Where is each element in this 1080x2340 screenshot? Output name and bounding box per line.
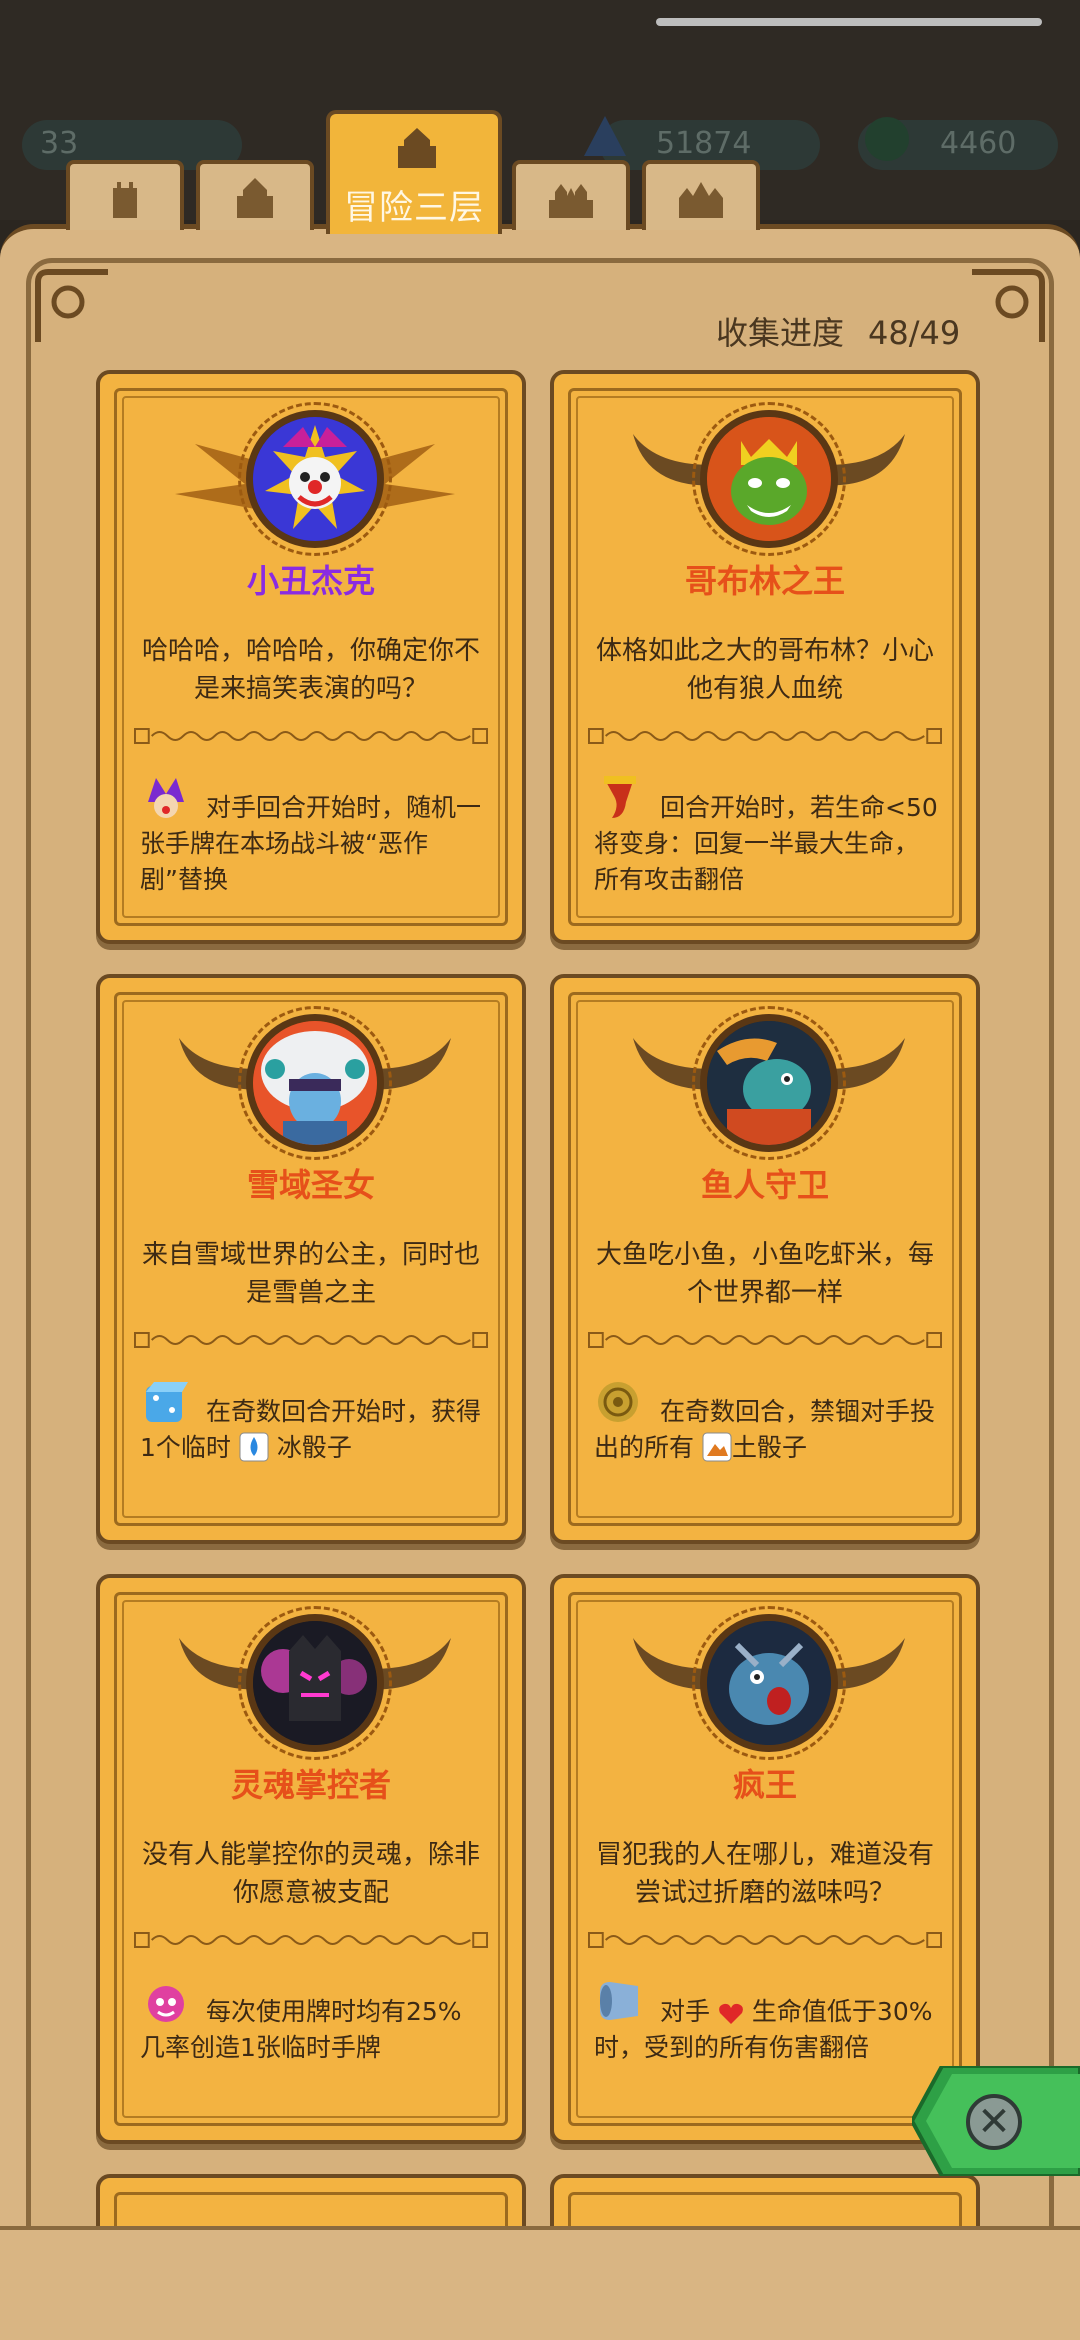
shield-coin-icon: [598, 1382, 638, 1422]
card-name: 鱼人守卫: [700, 1166, 829, 1204]
card-divider: [134, 1330, 488, 1350]
card-name: 疯王: [732, 1766, 797, 1804]
card-ability-text-post: 冰骰子: [276, 1433, 352, 1462]
horn-icon: [604, 776, 636, 818]
character-card[interactable]: 哥布林之王 体格如此之大的哥布林？小心他有狼人血统 回合开始时，若生命<50将变…: [550, 370, 980, 944]
hud-gems-value: 51874: [656, 126, 752, 161]
goblin-king-portrait: [700, 410, 838, 548]
card-name: 小丑杰克: [246, 562, 375, 600]
card-name: 哥布林之王: [684, 562, 845, 600]
soul-icon: [148, 1986, 184, 2022]
castle-icon: [237, 178, 273, 218]
card-ability: 对手回合开始时，随机一张手牌在本场战斗被“恶作剧”替换: [140, 772, 486, 898]
card-divider: [588, 1930, 942, 1950]
collection-progress-label: 收集进度: [716, 314, 845, 352]
character-card[interactable]: 小丑杰克 哈哈哈，哈哈哈，你确定你不是来搞笑表演的吗？ 对手回合开始时，随机一张…: [96, 370, 526, 944]
card-ability-text-pre: 对手: [660, 1997, 711, 2026]
character-card[interactable]: 雪域圣女 来自雪域世界的公主，同时也是雪兽之主 在奇数回合开始时，获得1个临时 …: [96, 974, 526, 1544]
card-name: 雪域圣女: [246, 1166, 375, 1204]
card-description: 哈哈哈，哈哈哈，你确定你不是来搞笑表演的吗？: [141, 636, 480, 704]
card-ability: 每次使用牌时均有25%几率创造1张临时手牌: [140, 1976, 486, 2066]
tab-floor-3-label: 冒险三层: [344, 188, 484, 228]
hud-level-value: 33: [40, 126, 79, 161]
earth-icon: [702, 1432, 732, 1462]
tab-floor-1[interactable]: [66, 160, 184, 230]
leaf-icon: [865, 117, 909, 161]
panel-bottom-edge: [0, 2226, 1080, 2340]
tab-floor-4[interactable]: [512, 160, 630, 230]
snow-maiden-portrait: [246, 1014, 384, 1152]
character-card[interactable]: 鱼人守卫 大鱼吃小鱼，小鱼吃虾米，每个世界都一样 在奇数回合，禁锢对手投出的所有…: [550, 974, 980, 1544]
character-card[interactable]: 灵魂掌控者 没有人能掌控你的灵魂，除非你愿意被支配 每次使用牌时均有25%几率创…: [96, 1574, 526, 2144]
corner-ornament-icon: [35, 269, 108, 342]
palace-icon: [679, 182, 723, 218]
jester-icon: [148, 778, 184, 818]
mad-king-portrait: [700, 1614, 838, 1752]
card-ability: 在奇数回合，禁锢对手投出的所有 土骰子: [594, 1376, 940, 1466]
water-drop-icon: [239, 1432, 269, 1462]
heart-icon: [719, 2003, 743, 2024]
close-button[interactable]: ✕: [912, 2066, 1080, 2176]
card-divider: [588, 1330, 942, 1350]
card-ability: 对手 生命值低于30%时，受到的所有伤害翻倍: [594, 1976, 940, 2066]
card-divider: [134, 726, 488, 746]
palace-icon: [549, 184, 593, 218]
soul-master-portrait: [246, 1614, 384, 1752]
card-divider: [588, 726, 942, 746]
tower-icon: [113, 182, 137, 218]
scroll-horn-icon: [600, 1982, 638, 2020]
card-description: 冒犯我的人在哪儿，难道没有尝试过折磨的滋味吗？: [595, 1840, 934, 1908]
tab-floor-3[interactable]: 冒险三层: [326, 110, 502, 234]
card-ability: 在奇数回合开始时，获得1个临时 冰骰子: [140, 1376, 486, 1466]
tab-floor-5[interactable]: [642, 160, 760, 230]
collection-progress-value: 48/49: [868, 314, 961, 352]
card-ability-text-post: 土骰子: [731, 1433, 807, 1462]
fishman-guard-portrait: [700, 1014, 838, 1152]
character-card[interactable]: 疯王 冒犯我的人在哪儿，难道没有尝试过折磨的滋味吗？ 对手 生命值低于30%时，…: [550, 1574, 980, 2144]
jester-jack-portrait: [246, 410, 384, 548]
card-description: 体格如此之大的哥布林？小心他有狼人血统: [595, 636, 934, 704]
hud-gold-value: 4460: [940, 126, 1017, 161]
card-divider: [134, 1930, 488, 1950]
card-description: 大鱼吃小鱼，小鱼吃虾米，每个世界都一样: [595, 1240, 934, 1308]
gem-icon: [584, 116, 626, 156]
castle-icon: [398, 128, 436, 168]
card-description: 没有人能掌控你的灵魂，除非你愿意被支配: [141, 1840, 480, 1908]
home-indicator: [656, 18, 1042, 26]
card-name: 灵魂掌控者: [230, 1766, 391, 1804]
tab-floor-2[interactable]: [196, 160, 314, 230]
close-icon[interactable]: ✕: [966, 2094, 1022, 2150]
card-ability: 回合开始时，若生命<50将变身：回复一半最大生命，所有攻击翻倍: [594, 772, 940, 898]
ice-dice-icon: [146, 1382, 188, 1422]
corner-ornament-icon: [972, 269, 1045, 342]
collection-progress: 收集进度 48/49: [716, 308, 960, 354]
card-description: 来自雪域世界的公主，同时也是雪兽之主: [141, 1240, 480, 1308]
